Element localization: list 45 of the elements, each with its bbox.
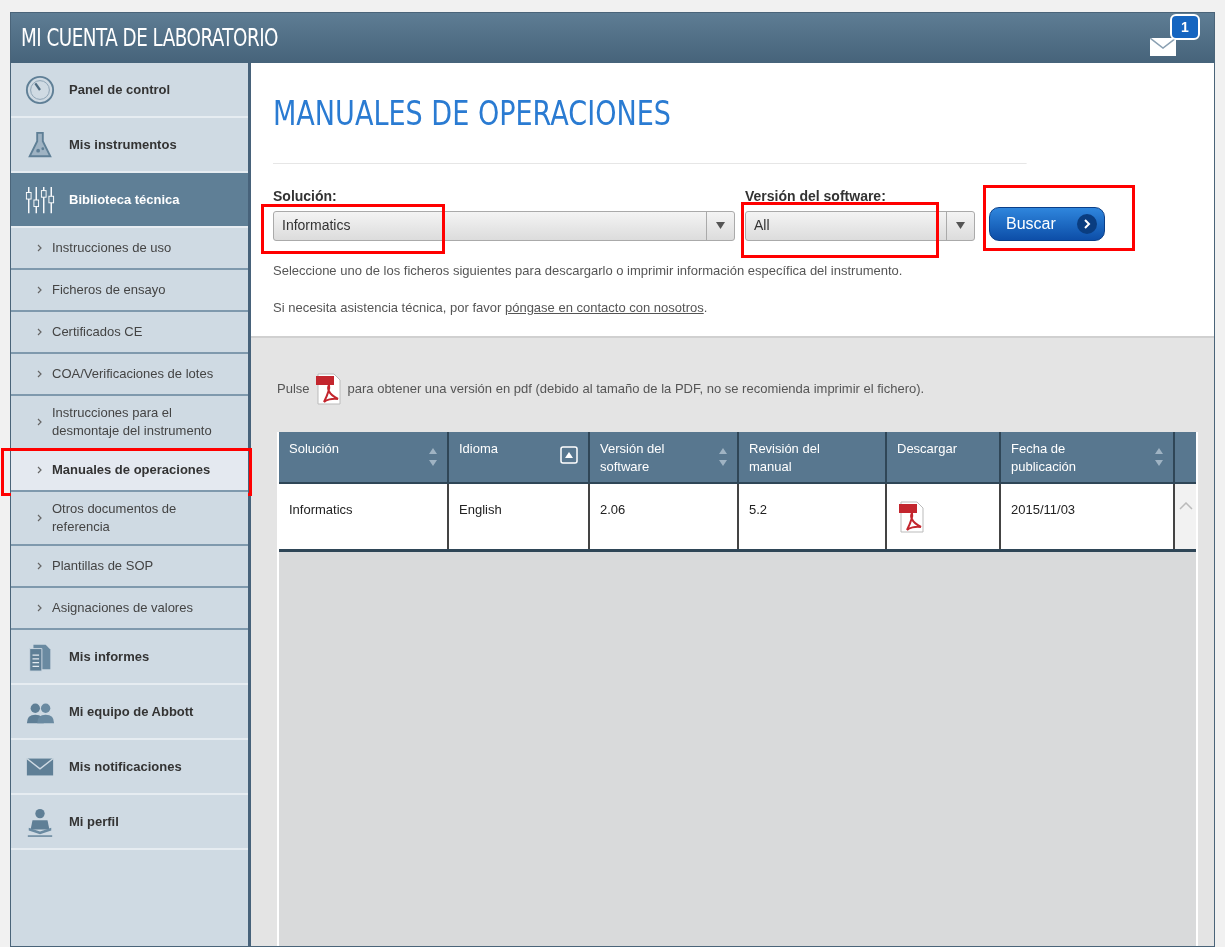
chevron-right-icon [37, 466, 42, 474]
pdf-file-icon [315, 371, 342, 406]
search-button[interactable]: Buscar [989, 206, 1105, 241]
chevron-circle-icon [1075, 212, 1098, 235]
gauge-icon [25, 74, 55, 105]
dropdown[interactable]: Informatics [273, 210, 735, 241]
table-cell: Informatics [279, 483, 449, 549]
pdf-download-icon[interactable] [899, 499, 925, 534]
sidebar-subitem[interactable]: Otros documentos de referencia [11, 492, 248, 546]
column-header[interactable]: Fecha de publicación [1001, 431, 1175, 482]
note-text: para obtener una versión en pdf (debido al tamaño de la PDF, no se recomienda imprimir el fichero). [347, 379, 925, 398]
chevron-right-icon [37, 604, 42, 612]
person-reading-icon [25, 806, 55, 837]
field-label: Solución: [273, 186, 338, 206]
contact-link[interactable]: póngase en contacto con nosotros [504, 300, 704, 315]
note-text: Pulse [277, 379, 310, 398]
chevron-right-icon [37, 328, 42, 336]
dropdown[interactable]: All [745, 210, 975, 241]
envelope-icon [1150, 38, 1176, 56]
table-cell: English [449, 483, 590, 549]
chevron-right-icon [37, 418, 42, 426]
chevron-right-icon [37, 562, 42, 570]
app-title: MI CUENTA DE LABORATORIO [21, 23, 279, 54]
chevron-right-icon [37, 286, 42, 294]
page-title: MANUALES DE OPERACIONES [273, 89, 1027, 164]
table-cell: 5.2 [739, 483, 887, 549]
column-header[interactable]: Revisión del manual [739, 431, 887, 482]
column-header[interactable]: Descargar [887, 431, 1001, 482]
chevron-right-icon [37, 244, 42, 252]
sort-ascending-icon [560, 445, 578, 464]
dropdown-arrow-icon [956, 222, 965, 229]
sliders-icon [25, 184, 55, 215]
column-header[interactable]: Versión del software [590, 431, 739, 482]
scroll-up-icon [1178, 501, 1193, 510]
chevron-right-icon [37, 514, 42, 522]
chevron-right-icon [37, 370, 42, 378]
dropdown-arrow-icon [716, 222, 725, 229]
help-text: Si necesita asistencia técnica, por favor póngase en contacto con nosotros. [273, 299, 709, 317]
field-label: Versión del software: [745, 186, 887, 206]
sidebar-item[interactable]: Biblioteca técnica [11, 173, 248, 228]
instruction-text: Seleccione uno de los ficheros siguientes para descargarlo o imprimir información específica del instrumento. [273, 261, 904, 280]
column-header[interactable]: Idioma [449, 431, 590, 482]
notification-badge[interactable]: 1 [1170, 14, 1200, 40]
table-cell: 2.06 [590, 483, 739, 549]
column-header[interactable]: Solución [279, 431, 449, 482]
